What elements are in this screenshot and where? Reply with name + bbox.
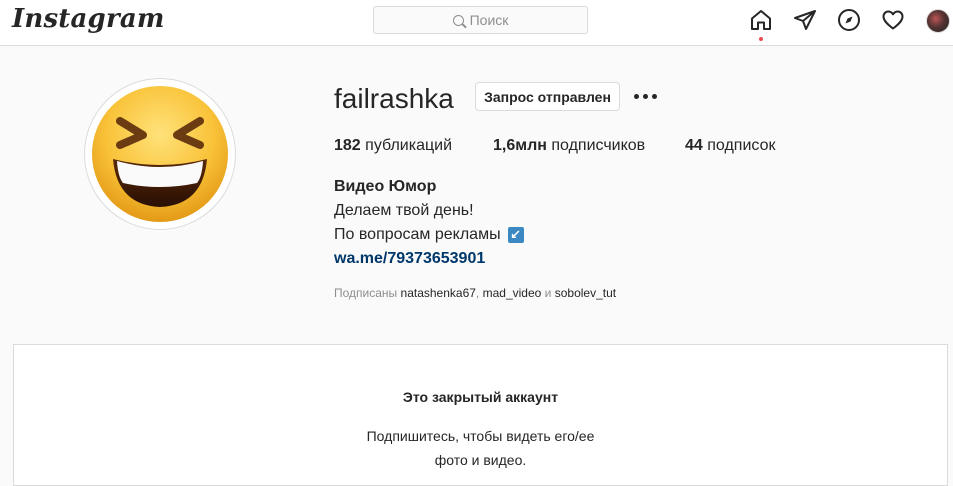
- private-account-card: Это закрытый аккаунт Подпишитесь, чтобы …: [13, 344, 948, 486]
- request-sent-button[interactable]: Запрос отправлен: [475, 82, 620, 111]
- stat-followers-value: 1,6млн: [493, 137, 547, 154]
- stat-following[interactable]: 44 подписок: [685, 137, 775, 155]
- stat-followers-label: подписчиков: [551, 137, 646, 154]
- private-account-description: Подпишитесь, чтобы видеть его/ее фото и …: [14, 424, 947, 472]
- stat-followers[interactable]: 1,6млн подписчиков: [493, 137, 645, 155]
- private-desc-line-1: Подпишитесь, чтобы видеть его/ее: [366, 428, 595, 444]
- profile-avatar: [84, 78, 236, 230]
- stat-posts-value: 182: [334, 137, 361, 154]
- top-navigation-bar: Instagram Поиск: [0, 0, 953, 46]
- notification-dot: [759, 37, 763, 41]
- heart-icon[interactable]: [881, 8, 905, 32]
- followed-by-separator: ,: [475, 286, 480, 300]
- dot: [634, 94, 639, 99]
- dot: [652, 94, 657, 99]
- laughing-emoji-icon: [92, 86, 228, 222]
- search-input[interactable]: Поиск: [373, 6, 588, 34]
- stat-following-value: 44: [685, 137, 703, 154]
- followed-by-prefix: Подписаны: [334, 286, 398, 300]
- bio-line-1: Делаем твой день!: [334, 202, 474, 219]
- home-icon[interactable]: [749, 8, 773, 32]
- stat-following-label: подписок: [707, 137, 776, 154]
- arrow-down-left-emoji-icon: ↙: [507, 227, 524, 243]
- followed-by: Подписаны natashenka67, mad_video и sobo…: [334, 286, 616, 300]
- private-account-title: Это закрытый аккаунт: [402, 389, 559, 405]
- profile-avatar-icon[interactable]: [926, 9, 950, 33]
- stat-posts: 182 публикаций: [334, 137, 452, 155]
- private-desc-line-2: фото и видео.: [434, 452, 527, 468]
- direct-message-icon[interactable]: [793, 8, 817, 32]
- followed-by-user[interactable]: mad_video: [483, 286, 542, 300]
- bio-line-2: По вопросам рекламы ↙: [334, 226, 524, 244]
- instagram-logo[interactable]: Instagram: [12, 4, 165, 34]
- bio-link[interactable]: wa.me/79373653901: [334, 250, 485, 268]
- followed-by-user[interactable]: sobolev_tut: [555, 286, 616, 300]
- followed-by-user[interactable]: natashenka67: [401, 286, 476, 300]
- search-placeholder: Поиск: [469, 12, 509, 28]
- profile-username: failrashka: [334, 83, 454, 114]
- search-icon: [452, 14, 464, 26]
- explore-compass-icon[interactable]: [837, 8, 861, 32]
- stat-posts-label: публикаций: [365, 137, 453, 154]
- bio-line-2-text: По вопросам рекламы: [334, 226, 501, 243]
- followed-by-conjunction: и: [544, 286, 552, 300]
- dot: [643, 94, 648, 99]
- bio-full-name: Видео Юмор: [334, 178, 437, 195]
- more-options-icon[interactable]: [634, 94, 657, 99]
